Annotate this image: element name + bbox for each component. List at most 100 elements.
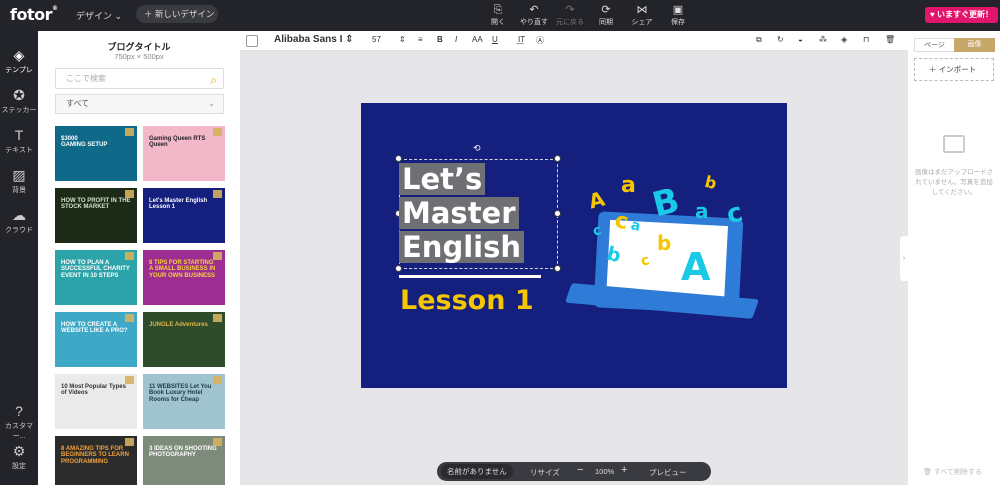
- cloud-icon: ☁: [12, 207, 26, 223]
- nav-templates[interactable]: ◈ テンプレ: [0, 47, 38, 75]
- tab-image[interactable]: 画像: [954, 38, 995, 52]
- preview-button[interactable]: プレビュー: [649, 467, 687, 478]
- open-button[interactable]: ⎘ 開く: [480, 3, 516, 27]
- spacing-icon[interactable]: I͟T: [518, 35, 525, 44]
- nav-background[interactable]: ▨ 背景: [0, 167, 38, 195]
- resize-button[interactable]: リサイズ: [530, 467, 560, 478]
- undo-button[interactable]: ↶ やり直す: [516, 3, 552, 27]
- delete-icon[interactable]: 🗑: [885, 35, 895, 44]
- zoom-in-button[interactable]: +: [621, 464, 627, 476]
- template-search-input[interactable]: ここで検索 ⌕: [55, 68, 224, 89]
- template-panel: ブログタイトル 750px × 500px ここで検索 ⌕ すべて ⌄ $3000 …: [38, 31, 240, 485]
- premium-icon: [125, 252, 134, 260]
- template-thumbnail[interactable]: 11 WEBSITES Let You Book Luxury Hotel Ro…: [143, 374, 225, 429]
- save-icon: ▣: [672, 4, 684, 16]
- design-name[interactable]: 名前がありません: [441, 464, 513, 479]
- premium-icon: [125, 190, 134, 198]
- resize-handle[interactable]: [554, 265, 561, 272]
- template-thumbnail[interactable]: HOW TO PLAN A SUCCESSFUL CHARITY EVENT I…: [55, 250, 137, 305]
- template-thumbnail[interactable]: 3 IDEAS ON SHOOTING PHOTOGRAPHY: [143, 436, 225, 485]
- template-thumbnail[interactable]: 10 Most Popular Types of Videos: [55, 374, 137, 429]
- open-icon: ⎘: [493, 4, 503, 16]
- import-button[interactable]: ＋ インポート: [914, 58, 994, 81]
- resize-handle[interactable]: [395, 265, 402, 272]
- headline-line[interactable]: English: [399, 231, 525, 263]
- search-icon[interactable]: ⌕: [210, 71, 217, 90]
- redo-button[interactable]: ↷ 元に戻る: [552, 3, 588, 27]
- nav-help[interactable]: ? カスタマー...: [0, 403, 38, 441]
- zoom-out-button[interactable]: −: [577, 464, 583, 476]
- rotate-handle-icon[interactable]: ⟲: [473, 143, 481, 154]
- help-icon: ?: [15, 403, 23, 419]
- decorative-letter: a: [695, 199, 709, 223]
- lesson-text[interactable]: Lesson 1: [400, 285, 534, 316]
- font-size-select[interactable]: 57 ⇕: [372, 35, 406, 44]
- rotate-icon[interactable]: ↻: [777, 35, 784, 44]
- template-thumbnail-text: HOW TO PLAN A SUCCESSFUL CHARITY EVENT I…: [61, 260, 130, 279]
- nav-stickers[interactable]: ✪ ステッカー: [0, 87, 38, 115]
- design-canvas[interactable]: ⟲ Let’s Master English Lesson 1 AacBabcA…: [361, 103, 787, 388]
- layers-icon[interactable]: ◈: [841, 35, 847, 44]
- text-color-swatch[interactable]: [246, 35, 258, 47]
- undo-icon: ↶: [529, 4, 539, 16]
- nav-settings[interactable]: ⚙ 設定: [0, 443, 38, 471]
- tab-page[interactable]: ページ: [914, 38, 955, 52]
- template-thumbnail[interactable]: HOW TO CREATE A WEBSITE LIKE A PRO?: [55, 312, 137, 367]
- sync-button[interactable]: ⟳ 同期: [588, 3, 624, 27]
- template-icon: ◈: [13, 47, 25, 63]
- bold-icon[interactable]: B: [437, 35, 443, 44]
- resize-handle[interactable]: [554, 155, 561, 162]
- flip-icon[interactable]: ◒: [798, 35, 803, 44]
- new-design-button[interactable]: ＋ 新しいデザイン: [136, 5, 218, 23]
- template-grid: $3000 GAMING SETUP Gaming Queen RTS Queen…: [55, 116, 227, 485]
- category-select[interactable]: すべて ⌄: [55, 94, 224, 114]
- decorative-letter: b: [702, 171, 719, 194]
- duplicate-icon[interactable]: ⧉: [756, 35, 762, 45]
- resize-handle[interactable]: [395, 155, 402, 162]
- share-button[interactable]: ⋈ シェア: [624, 3, 660, 27]
- nav-text[interactable]: T テキスト: [0, 127, 38, 155]
- template-thumbnail-text: 8 AMAZING TIPS FOR BEGINNERS TO LEARN PR…: [61, 446, 129, 465]
- template-thumbnail-text: Let's Master English Lesson 1: [149, 198, 208, 211]
- premium-icon: [213, 252, 222, 260]
- underline-icon[interactable]: U: [492, 35, 498, 44]
- font-family-select[interactable]: Alibaba Sans I ⇕: [274, 34, 354, 45]
- premium-icon: [125, 314, 134, 322]
- left-nav: ◈ テンプレ ✪ ステッカー T テキスト ▨ 背景 ☁ クラウド ? カスタマー... ⚙…: [0, 31, 38, 485]
- template-thumbnail[interactable]: Let's Master English Lesson 1: [143, 188, 225, 243]
- save-button[interactable]: ▣ 保存: [660, 3, 696, 27]
- bottom-bar: 名前がありません リサイズ − 100% + プレビュー: [437, 462, 711, 481]
- italic-icon[interactable]: I: [455, 35, 457, 44]
- template-thumbnail[interactable]: Gaming Queen RTS Queen: [143, 126, 225, 181]
- settings-icon: ⚙: [12, 443, 26, 459]
- fotor-logo[interactable]: fotor®: [10, 5, 58, 24]
- template-thumbnail[interactable]: 8 TIPS FOR STARTING A SMALL BUSINESS IN …: [143, 250, 225, 305]
- headline-underline: [399, 275, 541, 278]
- template-thumbnail[interactable]: $3000 GAMING SETUP: [55, 126, 137, 181]
- decorative-letter: A: [681, 245, 711, 289]
- template-thumbnail-text: JUNGLE Adventures: [149, 322, 208, 328]
- sync-icon: ⟳: [601, 4, 611, 16]
- template-thumbnail-text: 8 TIPS FOR STARTING A SMALL BUSINESS IN …: [149, 260, 216, 279]
- template-thumbnail[interactable]: HOW TO PROFIT IN THE STOCK MARKET: [55, 188, 137, 243]
- text-effect-icon[interactable]: Ⓐ: [536, 35, 544, 46]
- upgrade-button[interactable]: ♥ いますぐ更新！: [925, 7, 998, 23]
- text-icon: T: [14, 127, 24, 143]
- premium-icon: [213, 190, 222, 198]
- design-menu[interactable]: デザイン ⌄: [76, 9, 122, 22]
- image-placeholder-icon: [943, 135, 965, 153]
- transparency-icon[interactable]: ⁂: [819, 35, 827, 44]
- redo-icon: ↷: [565, 4, 575, 16]
- delete-all-button[interactable]: 🗑 すべて削除する: [923, 467, 982, 477]
- collapse-panel-button[interactable]: ›: [900, 236, 908, 281]
- case-icon[interactable]: AA: [472, 35, 483, 44]
- headline-line[interactable]: Master: [399, 197, 519, 229]
- template-thumbnail[interactable]: 8 AMAZING TIPS FOR BEGINNERS TO LEARN PR…: [55, 436, 137, 485]
- template-thumbnail[interactable]: JUNGLE Adventures: [143, 312, 225, 367]
- resize-handle[interactable]: [554, 210, 561, 217]
- align-icon[interactable]: ≡: [418, 35, 423, 44]
- template-thumbnail-text: Gaming Queen RTS Queen: [149, 136, 206, 149]
- nav-cloud[interactable]: ☁ クラウド: [0, 207, 38, 235]
- headline-line[interactable]: Let’s: [399, 163, 486, 195]
- lock-icon[interactable]: ⊓: [863, 35, 869, 44]
